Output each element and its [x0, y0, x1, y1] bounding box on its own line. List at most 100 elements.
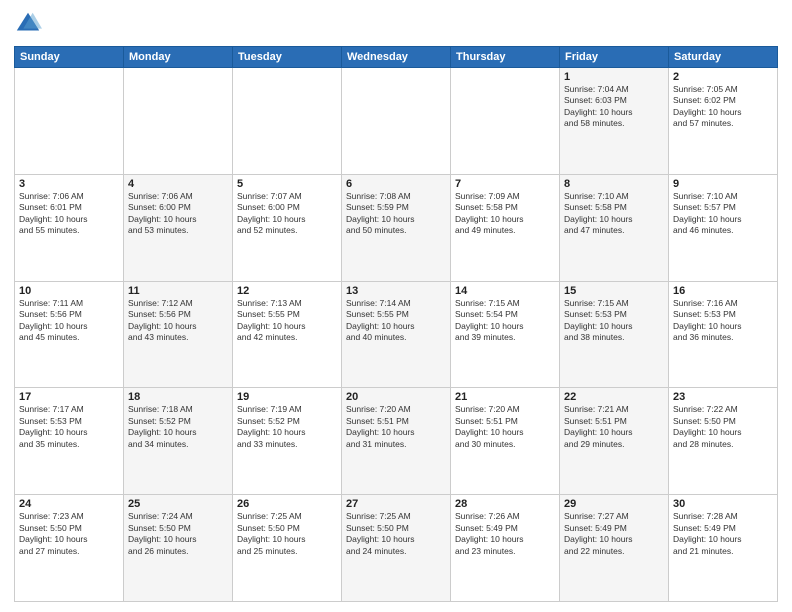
- calendar-cell: 10Sunrise: 7:11 AM Sunset: 5:56 PM Dayli…: [15, 281, 124, 388]
- day-info: Sunrise: 7:08 AM Sunset: 5:59 PM Dayligh…: [346, 191, 446, 237]
- calendar-header-friday: Friday: [560, 47, 669, 68]
- calendar-cell: 5Sunrise: 7:07 AM Sunset: 6:00 PM Daylig…: [233, 174, 342, 281]
- day-number: 28: [455, 498, 555, 510]
- day-info: Sunrise: 7:20 AM Sunset: 5:51 PM Dayligh…: [346, 404, 446, 450]
- calendar-header-thursday: Thursday: [451, 47, 560, 68]
- day-info: Sunrise: 7:11 AM Sunset: 5:56 PM Dayligh…: [19, 298, 119, 344]
- day-info: Sunrise: 7:18 AM Sunset: 5:52 PM Dayligh…: [128, 404, 228, 450]
- calendar-header-tuesday: Tuesday: [233, 47, 342, 68]
- day-info: Sunrise: 7:22 AM Sunset: 5:50 PM Dayligh…: [673, 404, 773, 450]
- calendar-cell: [233, 68, 342, 175]
- calendar-cell: 17Sunrise: 7:17 AM Sunset: 5:53 PM Dayli…: [15, 388, 124, 495]
- day-info: Sunrise: 7:16 AM Sunset: 5:53 PM Dayligh…: [673, 298, 773, 344]
- day-info: Sunrise: 7:25 AM Sunset: 5:50 PM Dayligh…: [237, 511, 337, 557]
- day-number: 5: [237, 178, 337, 190]
- calendar-cell: 24Sunrise: 7:23 AM Sunset: 5:50 PM Dayli…: [15, 495, 124, 602]
- day-info: Sunrise: 7:06 AM Sunset: 6:00 PM Dayligh…: [128, 191, 228, 237]
- day-number: 23: [673, 391, 773, 403]
- calendar-cell: 9Sunrise: 7:10 AM Sunset: 5:57 PM Daylig…: [669, 174, 778, 281]
- day-info: Sunrise: 7:17 AM Sunset: 5:53 PM Dayligh…: [19, 404, 119, 450]
- calendar-week-5: 24Sunrise: 7:23 AM Sunset: 5:50 PM Dayli…: [15, 495, 778, 602]
- day-info: Sunrise: 7:20 AM Sunset: 5:51 PM Dayligh…: [455, 404, 555, 450]
- day-number: 22: [564, 391, 664, 403]
- calendar-cell: [124, 68, 233, 175]
- day-number: 18: [128, 391, 228, 403]
- calendar-header-sunday: Sunday: [15, 47, 124, 68]
- calendar-cell: 2Sunrise: 7:05 AM Sunset: 6:02 PM Daylig…: [669, 68, 778, 175]
- logo: [14, 10, 46, 38]
- calendar-cell: [15, 68, 124, 175]
- calendar-cell: 27Sunrise: 7:25 AM Sunset: 5:50 PM Dayli…: [342, 495, 451, 602]
- calendar-cell: 8Sunrise: 7:10 AM Sunset: 5:58 PM Daylig…: [560, 174, 669, 281]
- day-info: Sunrise: 7:12 AM Sunset: 5:56 PM Dayligh…: [128, 298, 228, 344]
- calendar-cell: 29Sunrise: 7:27 AM Sunset: 5:49 PM Dayli…: [560, 495, 669, 602]
- calendar-week-3: 10Sunrise: 7:11 AM Sunset: 5:56 PM Dayli…: [15, 281, 778, 388]
- day-number: 16: [673, 285, 773, 297]
- calendar-cell: [451, 68, 560, 175]
- day-info: Sunrise: 7:24 AM Sunset: 5:50 PM Dayligh…: [128, 511, 228, 557]
- day-number: 21: [455, 391, 555, 403]
- day-info: Sunrise: 7:19 AM Sunset: 5:52 PM Dayligh…: [237, 404, 337, 450]
- day-info: Sunrise: 7:10 AM Sunset: 5:58 PM Dayligh…: [564, 191, 664, 237]
- calendar-header-row: SundayMondayTuesdayWednesdayThursdayFrid…: [15, 47, 778, 68]
- header: [14, 10, 778, 38]
- day-info: Sunrise: 7:28 AM Sunset: 5:49 PM Dayligh…: [673, 511, 773, 557]
- calendar-cell: 4Sunrise: 7:06 AM Sunset: 6:00 PM Daylig…: [124, 174, 233, 281]
- calendar-header-monday: Monday: [124, 47, 233, 68]
- calendar-cell: 18Sunrise: 7:18 AM Sunset: 5:52 PM Dayli…: [124, 388, 233, 495]
- calendar-week-1: 1Sunrise: 7:04 AM Sunset: 6:03 PM Daylig…: [15, 68, 778, 175]
- day-info: Sunrise: 7:21 AM Sunset: 5:51 PM Dayligh…: [564, 404, 664, 450]
- calendar-cell: 15Sunrise: 7:15 AM Sunset: 5:53 PM Dayli…: [560, 281, 669, 388]
- day-number: 4: [128, 178, 228, 190]
- day-number: 14: [455, 285, 555, 297]
- calendar-cell: 16Sunrise: 7:16 AM Sunset: 5:53 PM Dayli…: [669, 281, 778, 388]
- calendar-header-saturday: Saturday: [669, 47, 778, 68]
- calendar-cell: 13Sunrise: 7:14 AM Sunset: 5:55 PM Dayli…: [342, 281, 451, 388]
- calendar-week-4: 17Sunrise: 7:17 AM Sunset: 5:53 PM Dayli…: [15, 388, 778, 495]
- calendar-cell: 21Sunrise: 7:20 AM Sunset: 5:51 PM Dayli…: [451, 388, 560, 495]
- calendar-cell: 23Sunrise: 7:22 AM Sunset: 5:50 PM Dayli…: [669, 388, 778, 495]
- day-info: Sunrise: 7:07 AM Sunset: 6:00 PM Dayligh…: [237, 191, 337, 237]
- calendar-cell: 20Sunrise: 7:20 AM Sunset: 5:51 PM Dayli…: [342, 388, 451, 495]
- day-number: 7: [455, 178, 555, 190]
- day-number: 6: [346, 178, 446, 190]
- calendar-cell: 3Sunrise: 7:06 AM Sunset: 6:01 PM Daylig…: [15, 174, 124, 281]
- day-info: Sunrise: 7:06 AM Sunset: 6:01 PM Dayligh…: [19, 191, 119, 237]
- page: SundayMondayTuesdayWednesdayThursdayFrid…: [0, 0, 792, 612]
- day-number: 24: [19, 498, 119, 510]
- day-number: 19: [237, 391, 337, 403]
- day-info: Sunrise: 7:15 AM Sunset: 5:53 PM Dayligh…: [564, 298, 664, 344]
- day-number: 27: [346, 498, 446, 510]
- day-number: 29: [564, 498, 664, 510]
- day-number: 8: [564, 178, 664, 190]
- calendar-cell: 14Sunrise: 7:15 AM Sunset: 5:54 PM Dayli…: [451, 281, 560, 388]
- calendar-cell: 11Sunrise: 7:12 AM Sunset: 5:56 PM Dayli…: [124, 281, 233, 388]
- day-info: Sunrise: 7:27 AM Sunset: 5:49 PM Dayligh…: [564, 511, 664, 557]
- day-info: Sunrise: 7:09 AM Sunset: 5:58 PM Dayligh…: [455, 191, 555, 237]
- calendar-cell: 30Sunrise: 7:28 AM Sunset: 5:49 PM Dayli…: [669, 495, 778, 602]
- calendar-cell: 12Sunrise: 7:13 AM Sunset: 5:55 PM Dayli…: [233, 281, 342, 388]
- calendar-cell: 28Sunrise: 7:26 AM Sunset: 5:49 PM Dayli…: [451, 495, 560, 602]
- day-number: 12: [237, 285, 337, 297]
- day-number: 2: [673, 71, 773, 83]
- calendar-cell: 7Sunrise: 7:09 AM Sunset: 5:58 PM Daylig…: [451, 174, 560, 281]
- day-info: Sunrise: 7:26 AM Sunset: 5:49 PM Dayligh…: [455, 511, 555, 557]
- day-info: Sunrise: 7:13 AM Sunset: 5:55 PM Dayligh…: [237, 298, 337, 344]
- calendar-table: SundayMondayTuesdayWednesdayThursdayFrid…: [14, 46, 778, 602]
- day-number: 1: [564, 71, 664, 83]
- logo-icon: [14, 10, 42, 38]
- calendar-cell: 19Sunrise: 7:19 AM Sunset: 5:52 PM Dayli…: [233, 388, 342, 495]
- day-info: Sunrise: 7:23 AM Sunset: 5:50 PM Dayligh…: [19, 511, 119, 557]
- day-number: 13: [346, 285, 446, 297]
- day-number: 11: [128, 285, 228, 297]
- calendar-cell: 25Sunrise: 7:24 AM Sunset: 5:50 PM Dayli…: [124, 495, 233, 602]
- calendar-cell: 1Sunrise: 7:04 AM Sunset: 6:03 PM Daylig…: [560, 68, 669, 175]
- calendar-cell: [342, 68, 451, 175]
- day-number: 9: [673, 178, 773, 190]
- day-number: 25: [128, 498, 228, 510]
- calendar-cell: 6Sunrise: 7:08 AM Sunset: 5:59 PM Daylig…: [342, 174, 451, 281]
- day-number: 17: [19, 391, 119, 403]
- day-number: 26: [237, 498, 337, 510]
- day-info: Sunrise: 7:04 AM Sunset: 6:03 PM Dayligh…: [564, 84, 664, 130]
- calendar-header-wednesday: Wednesday: [342, 47, 451, 68]
